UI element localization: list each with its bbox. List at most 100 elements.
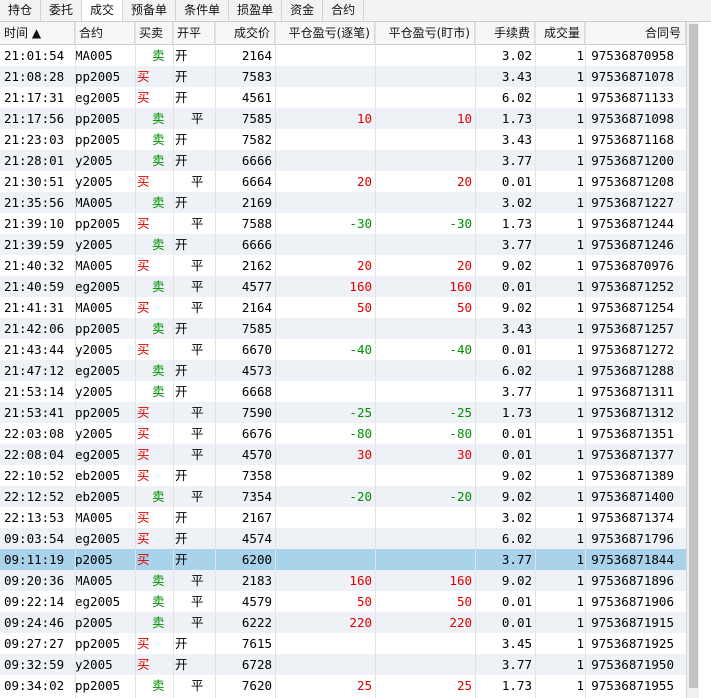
table-row[interactable]: 21:39:59 y2005 卖开 6666 3.77 1 97536871246 [0,234,686,255]
table-row[interactable]: 21:39:10 pp2005 买 平 7588 -30 -30 1.73 1 975368712… [0,213,686,234]
header-col-order-id[interactable]: 合同号 [585,22,686,44]
table-row[interactable]: 09:34:02 pp2005 卖 平 7620 25 25 1.73 1 97536871955 [0,675,686,696]
table-row[interactable]: 21:23:03 pp2005 卖开 7582 3.43 1 97536871168 [0,129,686,150]
table-row[interactable]: 21:28:01 y2005 卖开 6666 3.77 1 97536871200 [0,150,686,171]
cell-qty: 1 [576,69,584,84]
cell-price: 7358 [241,468,272,483]
cell-pnl2 [375,528,475,549]
cell-pnl2 [375,507,475,528]
cell-side: 买 [137,258,150,273]
cell-pnl2: 25 [456,678,472,693]
header-col-side[interactable]: 买卖 [135,22,173,44]
table-row[interactable]: 21:47:12 eg2005 卖开 4573 6.02 1 97536871288 [0,360,686,381]
header-col-pnl-mark-to-market[interactable]: 平仓盈亏(盯市) [375,22,475,44]
cell-qty: 1 [576,384,584,399]
cell-pnl1 [275,507,375,528]
table-row[interactable]: 21:17:31 eg2005 买 开 4561 6.02 1 97536871133 [0,87,686,108]
header-col-time[interactable]: 时间 ▲ [0,22,75,44]
cell-qty: 1 [576,258,584,273]
cell-time: 21:53:41 [4,405,65,420]
cell-oc: 开 [175,321,188,336]
tab-orders[interactable]: 委托 [41,0,83,21]
cell-side: 买 [137,552,150,567]
cell-fee: 6.02 [501,531,532,546]
cell-qty: 1 [576,48,584,63]
cell-pnl1: 220 [349,615,372,630]
cell-fee: 3.43 [501,132,532,147]
cell-price: 7588 [241,216,272,231]
header-col-price[interactable]: 成交价 [215,22,275,44]
table-row[interactable]: 21:43:44 y2005 买 平 6670 -40 -40 0.01 1 9753687127… [0,339,686,360]
vertical-scrollbar[interactable] [686,22,699,698]
cell-oc: 开 [175,153,188,168]
tab-stop-orders[interactable]: 损盈单 [229,0,283,21]
cell-price: 2162 [241,258,272,273]
header-col-contract[interactable]: 合约 [75,22,135,44]
cell-oc: 平 [191,342,204,357]
table-row[interactable]: 22:12:52 eb2005 卖 平 7354 -20 -20 9.02 1 975368714… [0,486,686,507]
table-row[interactable]: 21:08:28 pp2005 买 开 7583 3.43 1 97536871078 [0,66,686,87]
cell-price: 4573 [241,363,272,378]
cell-order: 97536871311 [591,384,674,399]
cell-contract: p2005 [75,552,113,567]
cell-order: 97536871400 [591,489,674,504]
column-divider [75,22,76,698]
table-row[interactable]: 21:01:54 MA005 卖开 2164 3.02 1 97536870958 [0,45,686,66]
tab-prepared-orders[interactable]: 预备单 [123,0,177,21]
cell-fee: 1.73 [501,111,532,126]
scrollbar-thumb[interactable] [689,24,698,688]
table-row[interactable]: 09:27:27 pp2005 买 开 7615 3.45 1 97536871925 [0,633,686,654]
table-row[interactable]: 21:53:14 y2005 卖开 6668 3.77 1 97536871311 [0,381,686,402]
cell-pnl1: 20 [356,258,372,273]
cell-oc: 平 [191,279,204,294]
table-row[interactable]: 09:20:36 MA005 卖 平 2183 160 160 9.02 1 9753687189… [0,570,686,591]
cell-pnl1 [275,360,375,381]
table-row[interactable]: 21:17:56 pp2005 卖 平 7585 10 10 1.73 1 97536871098 [0,108,686,129]
cell-pnl2 [375,633,475,654]
cell-side: 买 [137,531,150,546]
table-row[interactable]: 21:42:06 pp2005 卖开 7585 3.43 1 97536871257 [0,318,686,339]
table-row[interactable]: 22:03:08 y2005 买 平 6676 -80 -80 0.01 1 9753687135… [0,423,686,444]
table-row[interactable]: 09:32:59 y2005 买 开 6728 3.77 1 97536871950 [0,654,686,675]
cell-order: 97536871955 [591,678,674,693]
cell-side: 卖 [152,384,165,399]
table-row[interactable]: 21:40:59 eg2005 卖 平 4577 160 160 0.01 1 975368712… [0,276,686,297]
table-row[interactable]: 22:10:52 eb2005 买 开 7358 9.02 1 97536871389 [0,465,686,486]
table-row[interactable]: 21:40:32 MA005 买 平 2162 20 20 9.02 1 97536870976 [0,255,686,276]
header-col-pnl-per-trade[interactable]: 平仓盈亏(逐笔) [275,22,375,44]
tab-conditional-orders[interactable]: 条件单 [176,0,230,21]
table-row[interactable]: 09:03:54 eg2005 买 开 4574 6.02 1 97536871796 [0,528,686,549]
cell-order: 97536871906 [591,594,674,609]
header-col-open-close[interactable]: 开平 [173,22,215,44]
table-row[interactable]: 21:35:56 MA005 卖开 2169 3.02 1 97536871227 [0,192,686,213]
table-row[interactable]: 21:30:51 y2005 买 平 6664 20 20 0.01 1 97536871208 [0,171,686,192]
table-row[interactable]: 22:13:53 MA005 买 开 2167 3.02 1 97536871374 [0,507,686,528]
table-row[interactable]: 22:08:04 eg2005 买 平 4570 30 30 0.01 1 97536871377 [0,444,686,465]
cell-contract: pp2005 [75,321,121,336]
table-row[interactable]: 21:53:41 pp2005 买 平 7590 -25 -25 1.73 1 975368713… [0,402,686,423]
tab-contracts[interactable]: 合约 [323,0,365,21]
cell-oc: 开 [175,636,188,651]
cell-fee: 3.02 [501,195,532,210]
cell-price: 6676 [241,426,272,441]
header-col-fee[interactable]: 手续费 [475,22,535,44]
table-row[interactable]: 09:11:19 p2005 买 开 6200 3.77 1 97536871844 [0,549,686,570]
header-col-quantity[interactable]: 成交量 [535,22,585,44]
cell-qty: 1 [576,489,584,504]
cell-contract: pp2005 [75,405,121,420]
cell-time: 09:20:36 [4,573,65,588]
cell-side: 卖 [152,279,165,294]
cell-pnl1 [275,129,375,150]
cell-side: 卖 [152,615,165,630]
cell-order: 97536871915 [591,615,674,630]
cell-pnl1 [275,549,375,570]
table-row[interactable]: 21:41:31 MA005 买 平 2164 50 50 9.02 1 97536871254 [0,297,686,318]
tab-positions[interactable]: 持仓 [0,0,42,21]
table-row[interactable]: 09:22:14 eg2005 卖 平 4579 50 50 0.01 1 97536871906 [0,591,686,612]
tab-funds[interactable]: 资金 [282,0,324,21]
cell-time: 22:12:52 [4,489,65,504]
tab-trades[interactable]: 成交 [82,0,124,21]
cell-fee: 0.01 [501,279,532,294]
table-row[interactable]: 09:24:46 p2005 卖 平 6222 220 220 0.01 1 9753687191… [0,612,686,633]
cell-fee: 3.43 [501,69,532,84]
